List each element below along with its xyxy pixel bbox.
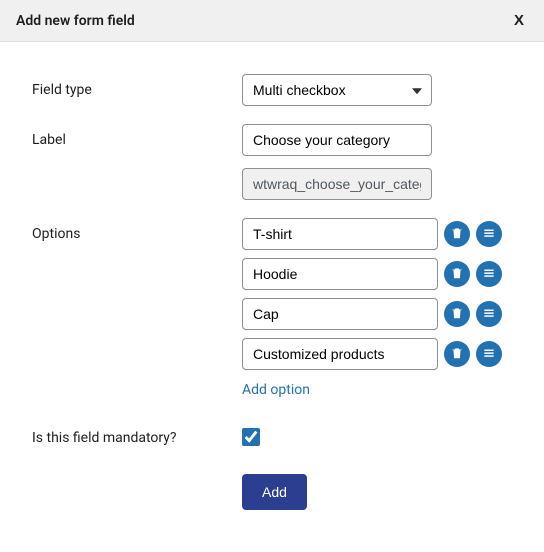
mandatory-row: Is this field mandatory? — [32, 422, 512, 450]
label-row: Label — [32, 124, 512, 200]
drag-icon — [482, 346, 496, 363]
delete-option-button[interactable] — [444, 221, 470, 247]
drag-icon — [482, 306, 496, 323]
trash-icon — [450, 226, 464, 243]
slug-input — [242, 168, 432, 200]
add-option-link[interactable]: Add option — [242, 382, 310, 398]
option-input[interactable] — [242, 298, 438, 330]
field-type-select[interactable]: Multi checkbox — [242, 74, 432, 106]
mandatory-label: Is this field mandatory? — [32, 422, 242, 446]
drag-icon — [482, 226, 496, 243]
field-type-label: Field type — [32, 74, 242, 98]
close-button[interactable]: X — [510, 12, 528, 29]
option-row — [242, 218, 512, 250]
reorder-option-button[interactable] — [476, 221, 502, 247]
label-field-label: Label — [32, 124, 242, 148]
trash-icon — [450, 266, 464, 283]
delete-option-button[interactable] — [444, 341, 470, 367]
option-input[interactable] — [242, 258, 438, 290]
options-control: Add option — [242, 218, 512, 398]
reorder-option-button[interactable] — [476, 301, 502, 327]
option-row — [242, 258, 512, 290]
delete-option-button[interactable] — [444, 301, 470, 327]
submit-control: Add — [242, 474, 512, 510]
submit-row: Add — [32, 474, 512, 510]
dialog-header: Add new form field X — [0, 0, 544, 42]
reorder-option-button[interactable] — [476, 341, 502, 367]
field-type-row: Field type Multi checkbox — [32, 74, 512, 106]
delete-option-button[interactable] — [444, 261, 470, 287]
mandatory-checkbox[interactable] — [242, 428, 260, 446]
options-row: Options — [32, 218, 512, 398]
dialog-title: Add new form field — [16, 13, 135, 29]
option-input[interactable] — [242, 218, 438, 250]
form-body: Field type Multi checkbox Label Options — [0, 42, 544, 552]
option-row — [242, 338, 512, 370]
option-input[interactable] — [242, 338, 438, 370]
label-control — [242, 124, 512, 200]
slug-block — [242, 168, 512, 200]
add-button[interactable]: Add — [242, 474, 307, 510]
field-type-select-wrap: Multi checkbox — [242, 74, 432, 106]
drag-icon — [482, 266, 496, 283]
field-type-control: Multi checkbox — [242, 74, 512, 106]
reorder-option-button[interactable] — [476, 261, 502, 287]
options-label: Options — [32, 218, 242, 242]
option-row — [242, 298, 512, 330]
label-input[interactable] — [242, 124, 432, 156]
submit-spacer — [32, 474, 242, 482]
mandatory-control — [242, 422, 512, 450]
trash-icon — [450, 306, 464, 323]
trash-icon — [450, 346, 464, 363]
